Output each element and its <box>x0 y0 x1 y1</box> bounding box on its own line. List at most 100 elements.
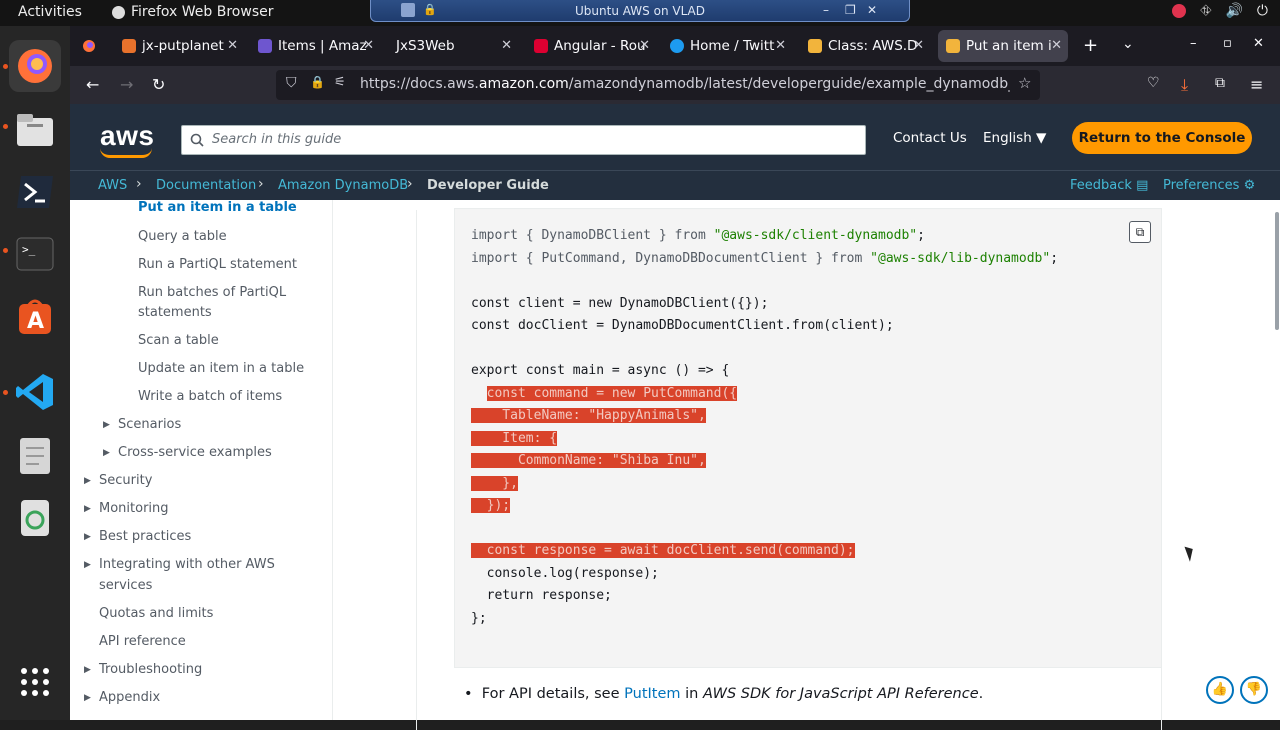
breadcrumb-documentation[interactable]: Documentation <box>156 178 256 193</box>
breadcrumb-dynamodb[interactable]: Amazon DynamoDB <box>278 178 408 193</box>
tab-close-icon[interactable]: ✕ <box>775 38 786 53</box>
tab-2[interactable]: Items | Amaz ✕ <box>250 30 380 62</box>
thumbs-down-icon[interactable]: 👎 <box>1240 676 1268 704</box>
do-not-disturb-icon[interactable] <box>1172 4 1187 18</box>
dock-files[interactable] <box>9 104 61 156</box>
tab-close-icon[interactable]: ✕ <box>1051 38 1062 53</box>
tab-6[interactable]: Class: AWS.D ✕ <box>800 30 930 62</box>
app-menu[interactable]: Firefox Web Browser <box>112 4 274 20</box>
dock-vscode[interactable] <box>9 366 61 418</box>
lock-icon[interactable]: 🔒 <box>310 75 325 89</box>
dock-terminal[interactable]: >_ <box>9 228 61 280</box>
code-line: export const main = async () => { <box>471 363 730 378</box>
volume-icon[interactable]: 🔊 <box>1225 3 1242 19</box>
dock-powershell[interactable] <box>9 166 61 218</box>
system-tray[interactable]: ⛗ 🔊 ⏻ <box>1172 3 1268 19</box>
forward-icon[interactable]: → <box>120 75 133 94</box>
tab-close-icon[interactable]: ✕ <box>227 38 238 53</box>
bookmark-star-icon[interactable]: ☆ <box>1018 74 1031 92</box>
activities-button[interactable]: Activities <box>18 4 82 20</box>
code-line-selected: }); <box>486 498 511 513</box>
vm-toolbar: 🔒 Ubuntu AWS on VLAD – ❐ ✕ <box>370 0 910 22</box>
nav-scan-table[interactable]: Scan a table <box>138 331 219 351</box>
nav-troubleshooting[interactable]: ▶ Troubleshooting <box>84 660 202 680</box>
back-icon[interactable]: ← <box>86 75 99 94</box>
dock-app-center[interactable]: A <box>9 290 61 342</box>
nav-run-batches-partiql[interactable]: Run batches of PartiQL <box>138 283 286 303</box>
copy-icon[interactable]: ⧉ <box>1129 221 1151 243</box>
nav-run-batches-partiql-cont[interactable]: statements <box>138 303 212 323</box>
aws-logo[interactable]: aws <box>100 120 154 158</box>
tab-close-icon[interactable]: ✕ <box>639 38 650 53</box>
nav-put-item[interactable]: Put an item in a table <box>138 198 297 218</box>
nav-query-table[interactable]: Query a table <box>138 227 227 247</box>
window-minimize-icon[interactable]: – <box>1190 36 1197 51</box>
new-tab-button[interactable]: + <box>1083 35 1098 56</box>
feedback-link[interactable]: Feedback ▤ <box>1070 178 1148 193</box>
nav-integrating-cont[interactable]: services <box>99 576 152 596</box>
caret-right-icon: ▶ <box>84 476 91 486</box>
downloads-icon[interactable]: ⤓ <box>1181 75 1188 95</box>
breadcrumb-current: Developer Guide <box>427 178 549 193</box>
tab-close-icon[interactable]: ✕ <box>501 38 512 53</box>
tab-3[interactable]: JxS3Web ✕ <box>388 30 518 62</box>
nav-monitoring[interactable]: ▶ Monitoring <box>84 499 169 519</box>
url-bar[interactable]: ⛉ 🔒 ⚟ https://docs.aws.amazon.com/amazon… <box>276 70 1040 100</box>
nav-api-reference[interactable]: API reference <box>99 632 186 652</box>
tab-close-icon[interactable]: ✕ <box>363 38 374 53</box>
extensions-icon[interactable]: ⧉ <box>1215 75 1225 91</box>
menu-icon[interactable]: ≡ <box>1250 75 1263 94</box>
page-scrollbar[interactable] <box>1275 212 1279 330</box>
list-tabs-icon[interactable]: ⌄ <box>1122 36 1134 52</box>
power-icon[interactable]: ⏻ <box>1257 3 1268 19</box>
code-string: "@aws-sdk/client-dynamodb" <box>713 228 918 243</box>
putitem-link[interactable]: PutItem <box>624 686 680 702</box>
code-line-selected: Item: { <box>486 430 558 446</box>
url-text[interactable]: https://docs.aws.amazon.com/amazondynamo… <box>360 76 1010 92</box>
nav-update-item[interactable]: Update an item in a table <box>138 359 304 379</box>
nav-quotas[interactable]: Quotas and limits <box>99 604 213 624</box>
caret-right-icon: ▶ <box>84 532 91 542</box>
nav-best-practices[interactable]: ▶ Best practices <box>84 527 191 547</box>
show-apps-button[interactable] <box>9 656 61 708</box>
dock-trash[interactable] <box>9 492 61 544</box>
tab-5[interactable]: Home / Twitt ✕ <box>662 30 792 62</box>
tab-1[interactable]: jx-putplanet ✕ <box>114 30 244 62</box>
nav-integrating[interactable]: ▶ Integrating with other AWS <box>84 555 275 575</box>
restore-icon[interactable]: ❐ <box>845 3 856 17</box>
nav-scenarios[interactable]: ▶ Scenarios <box>103 415 181 435</box>
firefox-view-tab[interactable] <box>74 30 104 62</box>
language-selector[interactable]: English ▼ <box>983 130 1046 146</box>
powershell-icon <box>17 176 53 208</box>
network-icon[interactable]: ⛗ <box>1200 3 1211 19</box>
preferences-link[interactable]: Preferences ⚙ <box>1163 178 1255 193</box>
nav-appendix[interactable]: ▶ Appendix <box>84 688 160 708</box>
firefox-icon <box>18 49 52 83</box>
tab-7-active[interactable]: Put an item i ✕ <box>938 30 1068 62</box>
search-input[interactable]: Search in this guide <box>181 125 866 155</box>
tab-close-icon[interactable]: ✕ <box>913 38 924 53</box>
code-string: "@aws-sdk/lib-dynamodb" <box>870 250 1051 266</box>
tab-4[interactable]: Angular - Rou ✕ <box>526 30 656 62</box>
close-icon[interactable]: ✕ <box>867 3 877 17</box>
breadcrumb-aws[interactable]: AWS <box>98 178 127 193</box>
code-text[interactable]: import { DynamoDBClient } from "@aws-sdk… <box>471 225 1058 630</box>
return-to-console-button[interactable]: Return to the Console <box>1072 122 1252 154</box>
nav-run-partiql[interactable]: Run a PartiQL statement <box>138 255 297 275</box>
window-maximize-icon[interactable]: ▫ <box>1223 36 1232 51</box>
code-block[interactable]: ⧉ import { DynamoDBClient } from "@aws-s… <box>454 208 1162 668</box>
window-close-icon[interactable]: ✕ <box>1253 36 1264 51</box>
nav-write-batch[interactable]: Write a batch of items <box>138 387 282 407</box>
nav-security[interactable]: ▶ Security <box>84 471 152 491</box>
reload-icon[interactable]: ↻ <box>152 75 165 94</box>
dock-firefox[interactable] <box>9 40 61 92</box>
permissions-icon[interactable]: ⚟ <box>334 75 346 90</box>
minimize-icon[interactable]: – <box>823 3 829 17</box>
pocket-icon[interactable]: ♡ <box>1147 75 1160 91</box>
shield-icon[interactable]: ⛉ <box>286 75 297 91</box>
contact-us-link[interactable]: Contact Us <box>893 130 967 146</box>
dock-text-editor[interactable] <box>9 430 61 482</box>
caret-right-icon: ▶ <box>84 693 91 703</box>
thumbs-up-icon[interactable]: 👍 <box>1206 676 1234 704</box>
nav-cross-service[interactable]: ▶ Cross-service examples <box>103 443 272 463</box>
